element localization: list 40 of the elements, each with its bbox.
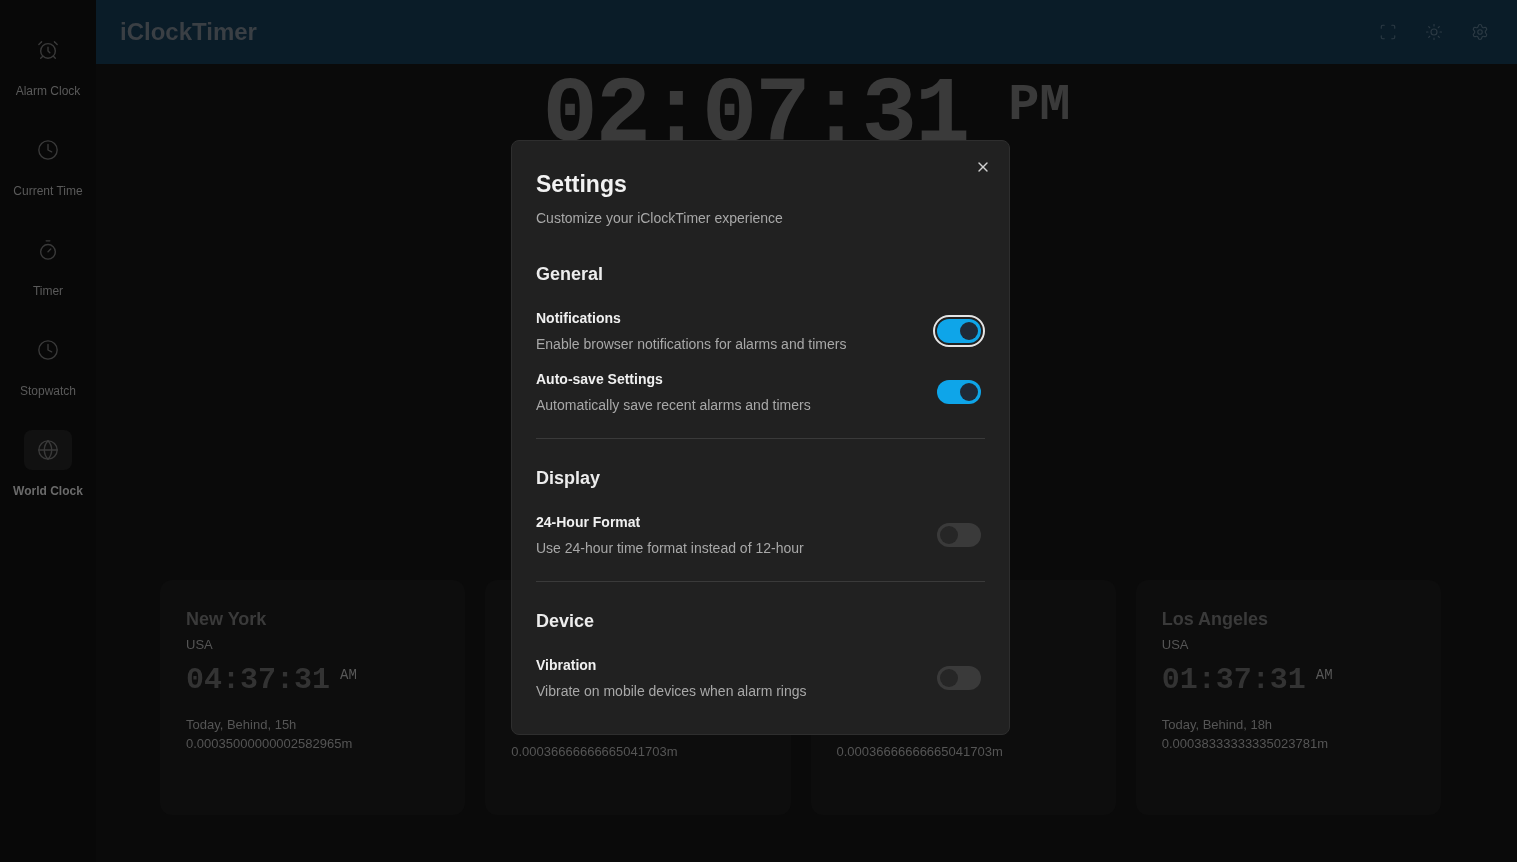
clock-icon xyxy=(37,139,59,161)
section-heading: Device xyxy=(536,609,596,633)
sidebar-item[interactable]: Stopwatch xyxy=(3,330,93,400)
sidebar-item[interactable]: Alarm Clock xyxy=(3,30,93,100)
stopwatch-icon xyxy=(37,239,59,261)
toggle-switch[interactable] xyxy=(937,319,981,343)
section-heading: General xyxy=(536,262,605,286)
relative-day: Today, Behind, 18h xyxy=(1161,714,1415,734)
time-offset: 0.00035000000002582965m xyxy=(186,735,354,753)
globe-icon xyxy=(37,439,59,461)
sidebar-item[interactable]: Timer xyxy=(3,230,93,300)
time-offset: 0.00036666666665041703m xyxy=(511,743,679,761)
settings-icon[interactable] xyxy=(1471,23,1489,41)
toggle-switch[interactable] xyxy=(937,380,981,404)
setting-description: Enable browser notifications for alarms and timers xyxy=(536,334,848,354)
period-label: AM xyxy=(1315,665,1333,685)
alarm-clock-icon xyxy=(37,39,59,61)
setting-description: Automatically save recent alarms and timers xyxy=(536,395,812,415)
clock-icon xyxy=(37,339,59,361)
time-offset: 0.00036666666665041703m xyxy=(836,743,1004,761)
section-heading: Display xyxy=(536,466,602,490)
sidebar-item[interactable]: Current Time xyxy=(3,130,93,200)
setting-label: Auto-save Settings xyxy=(536,369,664,389)
time-offset: 0.00038333333335023781m xyxy=(1161,735,1330,753)
setting-description: Use 24-hour time format instead of 12-hour xyxy=(536,538,805,558)
theme-icon[interactable] xyxy=(1425,23,1443,41)
period-label: AM xyxy=(340,665,357,685)
dialog-title: Settings xyxy=(536,170,628,199)
setting-label: 24-Hour Format xyxy=(536,512,642,532)
fullscreen-icon[interactable] xyxy=(1379,23,1397,41)
sidebar-item[interactable]: World Clock xyxy=(3,430,93,500)
country-name: USA xyxy=(1161,636,1190,654)
dialog-subtitle: Customize your iClockTimer experience xyxy=(536,208,784,228)
toggle-switch[interactable] xyxy=(937,666,981,690)
setting-description: Vibrate on mobile devices when alarm rings xyxy=(536,681,808,701)
toggle-switch[interactable] xyxy=(937,523,981,547)
setting-label: Notifications xyxy=(536,308,622,328)
relative-day: Today, Behind, 15h xyxy=(186,714,440,734)
country-name: USA xyxy=(186,636,214,654)
setting-label: Vibration xyxy=(536,655,598,675)
